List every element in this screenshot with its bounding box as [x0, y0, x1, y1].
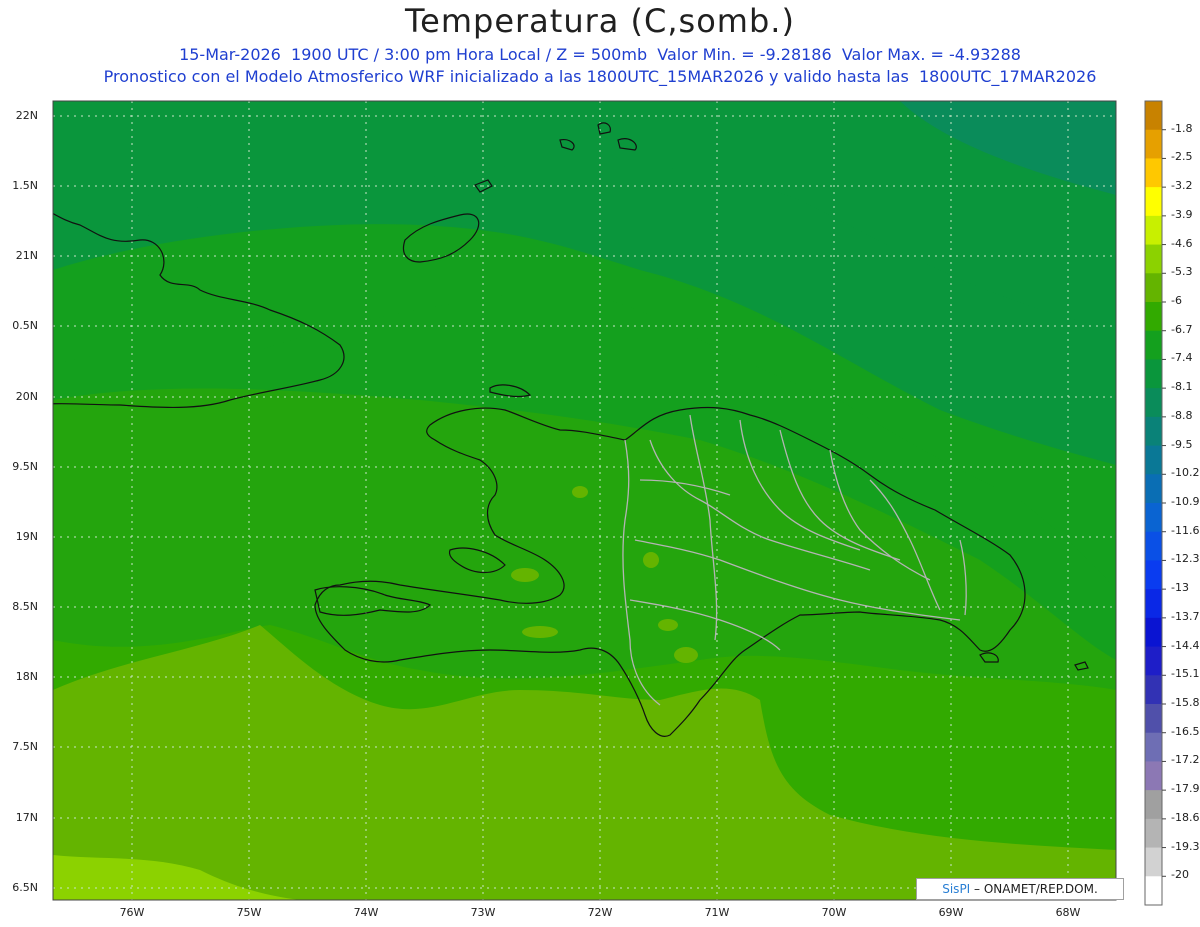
- colorbar-swatch: [1145, 589, 1162, 619]
- lon-label: 73W: [470, 906, 496, 919]
- lat-label: 20N: [15, 390, 38, 403]
- colorbar-swatch: [1145, 416, 1162, 447]
- colorbar-swatch: [1145, 876, 1162, 906]
- colorbar-swatch: [1145, 187, 1162, 217]
- colorbar-swatch: [1145, 302, 1162, 332]
- colorbar-label: -20: [1171, 868, 1189, 882]
- lat-label: 1.5N: [12, 179, 38, 192]
- colorbar-label: -9.5: [1171, 437, 1193, 451]
- colorbar-label: -6: [1171, 294, 1182, 307]
- colorbar-swatch: [1145, 244, 1162, 274]
- colorbar-label: -8.8: [1171, 408, 1193, 422]
- lon-label: 74W: [353, 906, 379, 919]
- colorbar-label: -2.5: [1171, 150, 1193, 164]
- lat-label: 0.5N: [12, 319, 38, 332]
- lon-label: 68W: [1055, 906, 1081, 919]
- colorbar-label: -8.1: [1171, 380, 1193, 394]
- colorbar-label: -4.6: [1171, 236, 1193, 250]
- colorbar-label: -13: [1171, 581, 1189, 595]
- credit-text: – ONAMET/REP.DOM.: [974, 882, 1098, 896]
- colorbar-swatch: [1145, 215, 1162, 246]
- lon-label: 72W: [587, 906, 613, 919]
- colorbar-label: -14.4: [1171, 638, 1200, 652]
- colorbar-label: -19.3: [1171, 839, 1200, 853]
- colorbar-swatch: [1145, 158, 1162, 188]
- colorbar-swatch: [1145, 359, 1162, 389]
- colorbar-swatch: [1145, 646, 1162, 676]
- colorbar-label: -17.9: [1171, 782, 1200, 796]
- colorbar-swatch: [1145, 847, 1162, 877]
- colorbar-label: -7.4: [1171, 351, 1193, 365]
- lat-label: 17N: [15, 811, 38, 824]
- colorbar-label: -16.5: [1171, 724, 1200, 738]
- colorbar-swatch: [1145, 474, 1162, 504]
- colorbar-swatch: [1145, 330, 1162, 360]
- lon-label: 70W: [821, 906, 847, 919]
- temperature-map: [52, 100, 1166, 906]
- colorbar-swatch: [1145, 732, 1162, 762]
- colorbar-label: -3.2: [1171, 179, 1193, 193]
- colorbar-label: -5.3: [1171, 265, 1193, 279]
- colorbar-swatch: [1145, 129, 1162, 159]
- colorbar-swatch: [1145, 503, 1162, 533]
- colorbar-swatch: [1145, 560, 1162, 590]
- sispi-logo: SisPI: [942, 882, 971, 896]
- lon-label: 69W: [938, 906, 964, 919]
- colorbar-label: -18.6: [1171, 810, 1200, 824]
- lat-label: 18N: [15, 670, 38, 683]
- lat-label: 7.5N: [12, 740, 38, 753]
- colorbar-swatch: [1145, 445, 1162, 475]
- colorbar-swatch: [1145, 388, 1162, 418]
- colorbar-swatch: [1145, 617, 1162, 648]
- lat-label: 9.5N: [12, 460, 38, 473]
- lat-label: 19N: [15, 530, 38, 543]
- colorbar-label: -17.2: [1171, 753, 1200, 767]
- colorbar-swatch: [1145, 790, 1162, 820]
- lon-label: 75W: [236, 906, 262, 919]
- colorbar-label: -15.8: [1171, 696, 1200, 709]
- colorbar-label: -3.9: [1171, 207, 1193, 221]
- colorbar-swatch: [1145, 818, 1162, 849]
- colorbar-label: -11.6: [1171, 523, 1200, 537]
- colorbar-label: -12.3: [1171, 552, 1200, 566]
- colorbar-swatch: [1145, 531, 1162, 561]
- lon-label: 76W: [119, 906, 145, 919]
- colorbar-label: -10.2: [1171, 466, 1200, 480]
- lat-label: 21N: [15, 249, 38, 262]
- colorbar-swatch: [1145, 761, 1162, 791]
- shaded-field: [53, 101, 1116, 900]
- lat-label: 8.5N: [12, 600, 38, 613]
- colorbar-label: -1.8: [1171, 121, 1193, 135]
- lon-label: 71W: [704, 906, 730, 919]
- colorbar-label: -10.9: [1171, 495, 1200, 508]
- colorbar-label: -15.1: [1171, 667, 1200, 681]
- colorbar: [1144, 100, 1166, 906]
- lat-label: 6.5N: [12, 881, 38, 894]
- colorbar-label: -13.7: [1171, 609, 1200, 623]
- colorbar-swatch: [1145, 675, 1162, 705]
- lat-label: 22N: [15, 109, 38, 122]
- colorbar-swatch: [1145, 273, 1162, 303]
- credit-box: SisPI – ONAMET/REP.DOM.: [916, 878, 1124, 900]
- colorbar-swatch: [1145, 101, 1162, 131]
- colorbar-swatch: [1145, 704, 1162, 734]
- colorbar-label: -6.7: [1171, 322, 1193, 336]
